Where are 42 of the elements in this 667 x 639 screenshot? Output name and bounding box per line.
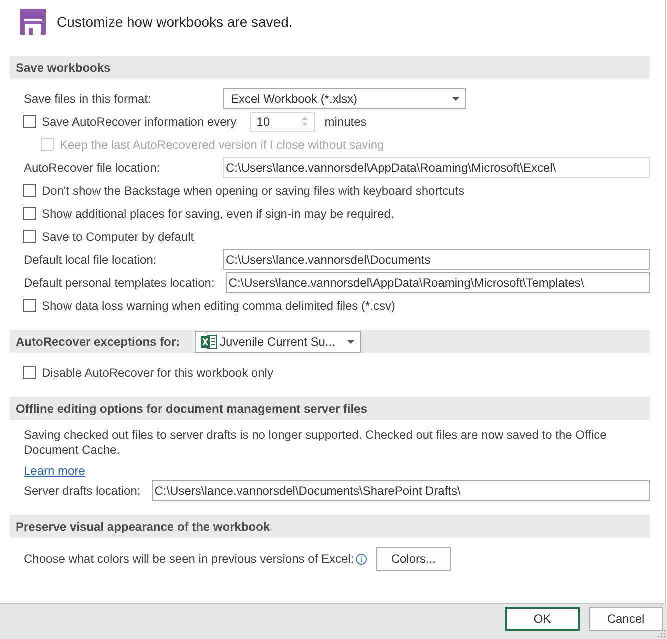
info-icon [356,554,368,564]
info-text: Saving checked out files to server drafts is no longer supported. Checked out files are now saved to the Office Document Cache. [24,428,608,458]
caret-up-icon [302,117,308,120]
path-field[interactable]: C:\Users\lance.vannorsdel\Documents\SharePoint Drafts\ [152,480,650,501]
workbook-dropdown[interactable]: Juvenile Current Su... [195,330,362,352]
option-label: Choose what colors will be seen in previous versions of Excel: [23,552,356,566]
section-title: AutoRecover exceptions for: [16,334,180,348]
checkbox-label: Show data loss warning when editing comma delimited files (*.csv) [42,298,396,312]
checkbox[interactable] [23,299,36,312]
colors-button[interactable]: Colors... [376,547,452,571]
section-title: Offline editing options for document management server files [16,402,368,416]
checkbox-label: Save to Computer by default [42,230,194,244]
checkbox-label: Keep the last AutoRecovered version if I close without saving [60,138,384,152]
field-label: Server drafts location: [23,484,142,498]
checkbox[interactable] [23,207,36,220]
unit-label: minutes [324,114,367,128]
checkbox-label: Show additional places for saving, even if sign-in may be required. [42,206,394,220]
checkbox-label: Don't show the Backstage when opening or saving files with keyboard shortcuts [42,184,465,198]
resize-grip-icon[interactable] [658,630,666,638]
section-title: Save workbooks [16,60,111,74]
checkbox[interactable] [23,115,36,128]
cancel-button[interactable]: Cancel [589,607,663,631]
field-label: Default local file location: [23,252,158,266]
checkbox-label: Save AutoRecover information every [42,114,237,128]
caret-down-icon [347,340,356,344]
spreadsheet-icon [201,334,218,350]
checkbox[interactable] [23,184,36,197]
ok-button[interactable]: OK [505,607,580,631]
path-field[interactable]: C:\Users\lance.vannorsdel\AppData\Roaming\Microsoft\Templates\ [226,272,650,293]
format-dropdown[interactable]: Excel Workbook (*.xlsx) [223,88,466,109]
section-title: Preserve visual appearance of the workbook [16,520,270,534]
checkbox[interactable] [23,230,36,243]
checkbox-label: Disable AutoRecover for this workbook only [42,366,274,380]
checkbox[interactable] [23,366,36,379]
field-label: Default personal templates location: [23,276,216,290]
page-title: Customize how workbooks are saved. [57,14,293,30]
caret-down-icon [302,123,308,126]
caret-down-icon [452,96,460,100]
field-label: AutoRecover file location: [23,160,162,174]
link[interactable]: Learn more [24,464,86,478]
path-field[interactable]: C:\Users\lance.vannorsdel\Documents [223,249,650,270]
field-label: Save files in this format: [23,92,152,106]
